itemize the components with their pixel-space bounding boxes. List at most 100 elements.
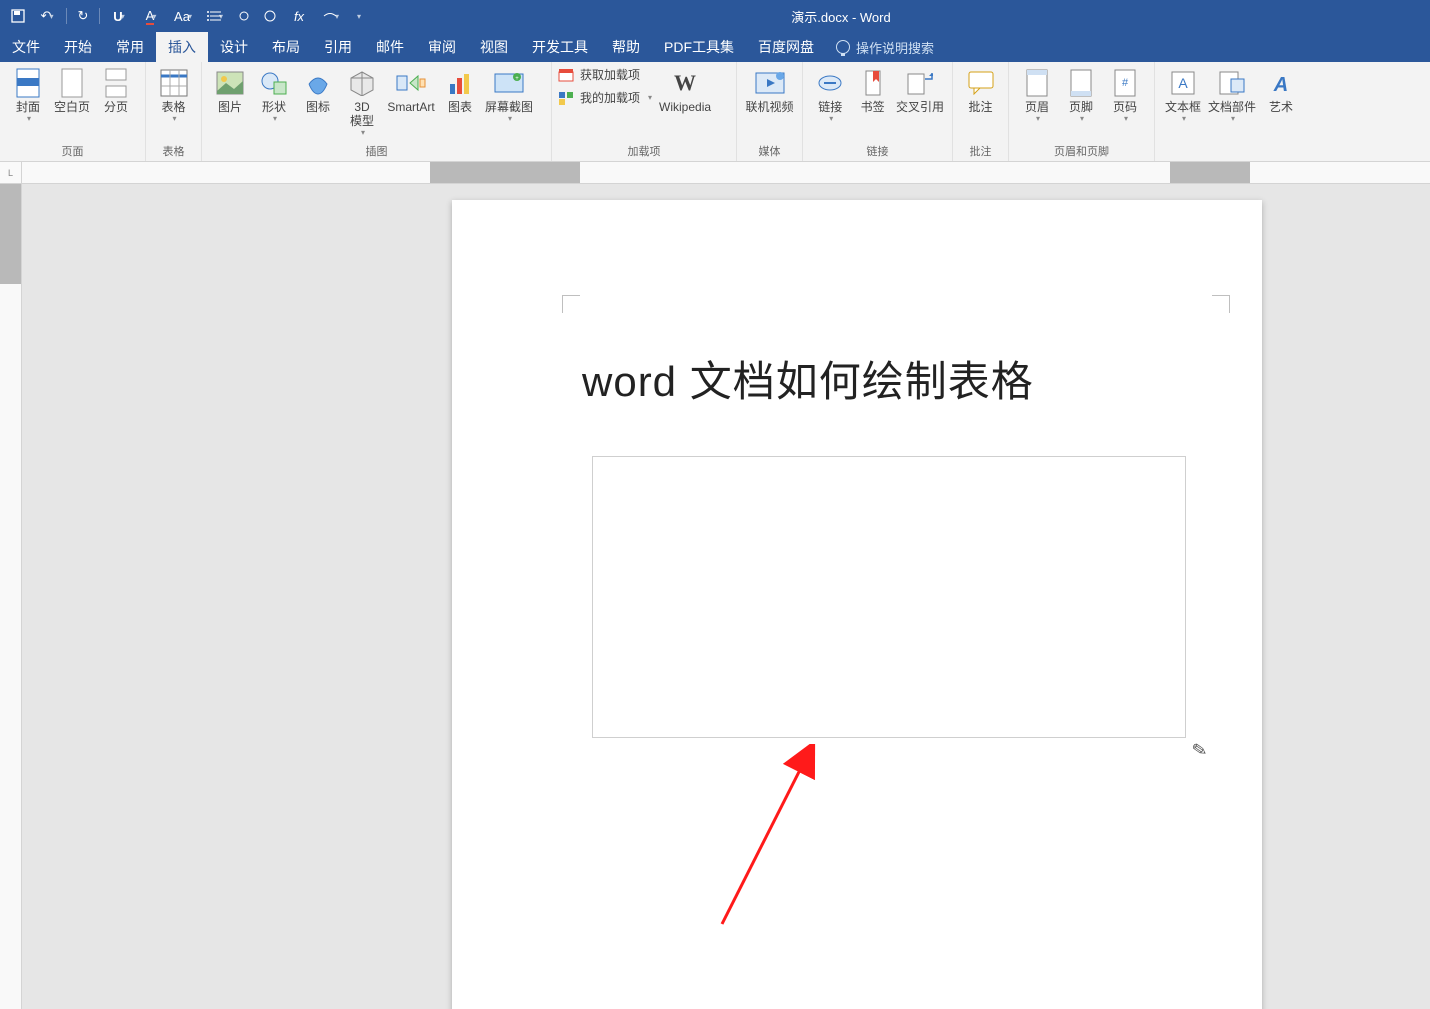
tab-references[interactable]: 引用 bbox=[312, 32, 364, 62]
bookmark-icon bbox=[858, 68, 888, 98]
link-button[interactable]: 链接▾ bbox=[809, 66, 851, 123]
group-media-label: 媒体 bbox=[737, 143, 802, 161]
svg-text:#: # bbox=[1122, 77, 1129, 89]
smartart-button[interactable]: SmartArt bbox=[384, 66, 438, 114]
bookmark-button[interactable]: 书签 bbox=[851, 66, 893, 114]
shapes-icon bbox=[259, 68, 289, 98]
header-button[interactable]: 页眉▾ bbox=[1015, 66, 1059, 123]
chart-icon bbox=[445, 68, 475, 98]
group-pages: 封面▾ 空白页 分页 页面 bbox=[0, 62, 146, 161]
ribbon: 封面▾ 空白页 分页 页面 表格▾ 表格 图片 bbox=[0, 62, 1430, 162]
page[interactable]: word 文档如何绘制表格 ✎ bbox=[452, 200, 1262, 1009]
group-tables-label: 表格 bbox=[146, 143, 201, 161]
group-header-footer: 页眉▾ 页脚▾ # 页码▾ 页眉和页脚 bbox=[1009, 62, 1155, 161]
tab-layout[interactable]: 布局 bbox=[260, 32, 312, 62]
tab-mailings[interactable]: 邮件 bbox=[364, 32, 416, 62]
my-addins-button[interactable]: 我的加载项▾ bbox=[558, 89, 652, 106]
svg-text:+: + bbox=[515, 76, 519, 82]
svg-text:A: A bbox=[1273, 74, 1288, 95]
crossref-icon bbox=[905, 68, 935, 98]
tab-baidu[interactable]: 百度网盘 bbox=[746, 32, 826, 62]
3d-models-button[interactable]: 3D 模型▾ bbox=[340, 66, 384, 137]
tell-me-label: 操作说明搜索 bbox=[856, 38, 934, 57]
change-case-button[interactable]: Aa▾ bbox=[168, 4, 198, 28]
undo-button[interactable]: ↶▾ bbox=[32, 4, 62, 28]
draw-table-cursor-icon: ✎ bbox=[1190, 739, 1209, 762]
store-icon bbox=[558, 67, 574, 83]
ribbon-tabs: 文件 开始 常用 插入 设计 布局 引用 邮件 审阅 视图 开发工具 帮助 PD… bbox=[0, 32, 1430, 62]
get-addins-button[interactable]: 获取加载项 bbox=[558, 66, 652, 83]
header-icon bbox=[1022, 68, 1052, 98]
tab-design[interactable]: 设计 bbox=[208, 32, 260, 62]
comment-icon bbox=[966, 68, 996, 98]
wikipedia-button[interactable]: W Wikipedia bbox=[658, 66, 712, 114]
tab-common[interactable]: 常用 bbox=[104, 32, 156, 62]
ruler-bar: L bbox=[0, 162, 1430, 184]
group-tables: 表格▾ 表格 bbox=[146, 62, 202, 161]
quickparts-icon bbox=[1217, 68, 1247, 98]
blank-page-icon bbox=[57, 68, 87, 98]
pagenum-icon: # bbox=[1110, 68, 1140, 98]
cube-icon bbox=[347, 68, 377, 98]
horizontal-ruler[interactable] bbox=[22, 162, 1430, 183]
font-color-button[interactable]: A▾ bbox=[136, 4, 166, 28]
group-headerfooter-label: 页眉和页脚 bbox=[1009, 143, 1154, 161]
document-area[interactable]: word 文档如何绘制表格 ✎ bbox=[22, 184, 1430, 1009]
textbox-button[interactable]: A 文本框▾ bbox=[1161, 66, 1205, 123]
title-bar: ↶▾ ↻ U▾ A▾ Aa▾ ▾ fx ▾ ▾ 演示.docx - Word bbox=[0, 0, 1430, 32]
redo-button[interactable]: ↻ bbox=[71, 4, 95, 28]
group-media: 联机视频 媒体 bbox=[737, 62, 803, 161]
tell-me-search[interactable]: 操作说明搜索 bbox=[826, 32, 934, 62]
tab-view[interactable]: 视图 bbox=[468, 32, 520, 62]
page-break-button[interactable]: 分页 bbox=[94, 66, 138, 114]
wikipedia-icon: W bbox=[670, 68, 700, 98]
table-button[interactable]: 表格▾ bbox=[152, 66, 195, 123]
icons-button[interactable]: 图标 bbox=[296, 66, 340, 114]
screenshot-icon: + bbox=[494, 68, 524, 98]
group-illustrations: 图片 形状▾ 图标 3D 模型▾ SmartArt 图表 bbox=[202, 62, 552, 161]
footer-icon bbox=[1066, 68, 1096, 98]
addins-icon bbox=[558, 90, 574, 106]
cover-page-button[interactable]: 封面▾ bbox=[6, 66, 50, 123]
underline-button[interactable]: U▾ bbox=[104, 4, 134, 28]
tab-home[interactable]: 开始 bbox=[52, 32, 104, 62]
document-heading[interactable]: word 文档如何绘制表格 bbox=[582, 348, 1034, 409]
tab-pdf-tools[interactable]: PDF工具集 bbox=[652, 32, 746, 62]
quick-parts-button[interactable]: 文档部件▾ bbox=[1205, 66, 1259, 123]
comment-button[interactable]: 批注 bbox=[959, 66, 1002, 114]
chart-button[interactable]: 图表 bbox=[438, 66, 482, 114]
group-comments-label: 批注 bbox=[953, 143, 1008, 161]
icons-icon bbox=[303, 68, 333, 98]
vertical-ruler[interactable] bbox=[0, 184, 22, 1009]
screenshot-button[interactable]: + 屏幕截图▾ bbox=[482, 66, 536, 123]
wordart-button[interactable]: A 艺术 bbox=[1259, 66, 1303, 114]
tab-help[interactable]: 帮助 bbox=[600, 32, 652, 62]
footer-button[interactable]: 页脚▾ bbox=[1059, 66, 1103, 123]
group-comments: 批注 批注 bbox=[953, 62, 1009, 161]
workspace: word 文档如何绘制表格 ✎ bbox=[0, 184, 1430, 1009]
window-title: 演示.docx - Word bbox=[252, 7, 1430, 26]
save-button[interactable] bbox=[6, 4, 30, 28]
online-video-button[interactable]: 联机视频 bbox=[743, 66, 796, 114]
wordart-icon: A bbox=[1266, 68, 1296, 98]
drawn-table-cell[interactable] bbox=[592, 456, 1186, 738]
tab-file[interactable]: 文件 bbox=[0, 32, 52, 62]
group-addins-label: 加载项 bbox=[552, 143, 736, 161]
page-break-icon bbox=[101, 68, 131, 98]
cover-page-icon bbox=[13, 68, 43, 98]
page-number-button[interactable]: # 页码▾ bbox=[1103, 66, 1147, 123]
group-illustrations-label: 插图 bbox=[202, 143, 551, 161]
list-button[interactable]: ▾ bbox=[200, 4, 230, 28]
textbox-icon: A bbox=[1168, 68, 1198, 98]
tab-insert[interactable]: 插入 bbox=[156, 32, 208, 62]
cross-reference-button[interactable]: 交叉引用 bbox=[894, 66, 946, 114]
tab-review[interactable]: 审阅 bbox=[416, 32, 468, 62]
group-links-label: 链接 bbox=[803, 143, 952, 161]
blank-page-button[interactable]: 空白页 bbox=[50, 66, 94, 114]
group-links: 链接▾ 书签 交叉引用 链接 bbox=[803, 62, 953, 161]
picture-icon bbox=[215, 68, 245, 98]
picture-button[interactable]: 图片 bbox=[208, 66, 252, 114]
tab-developer[interactable]: 开发工具 bbox=[520, 32, 600, 62]
shapes-button[interactable]: 形状▾ bbox=[252, 66, 296, 123]
table-icon bbox=[159, 68, 189, 98]
